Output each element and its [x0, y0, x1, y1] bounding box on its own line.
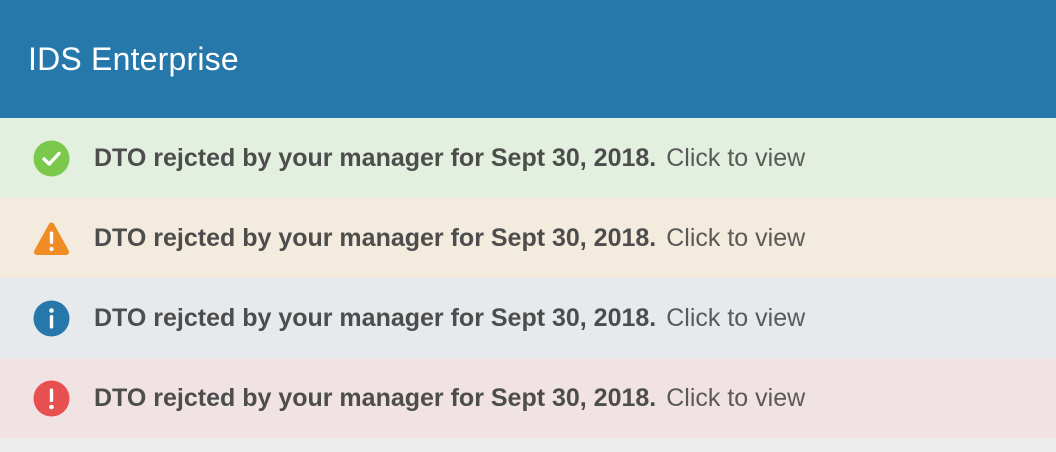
- notification-message: DTO rejcted by your manager for Sept 30,…: [94, 303, 657, 332]
- app-header: IDS Enterprise: [0, 0, 1056, 118]
- notification-error[interactable]: DTO rejcted by your manager for Sept 30,…: [0, 358, 1056, 438]
- notification-text: DTO rejcted by your manager for Sept 30,…: [94, 144, 805, 173]
- notification-warning[interactable]: DTO rejcted by your manager for Sept 30,…: [0, 198, 1056, 278]
- click-to-view-link[interactable]: Click to view: [666, 224, 805, 252]
- list-bottom-edge: [0, 438, 1056, 452]
- notification-message: DTO rejcted by your manager for Sept 30,…: [94, 223, 657, 252]
- warning-triangle-icon: [33, 220, 70, 257]
- notification-message: DTO rejcted by your manager for Sept 30,…: [94, 383, 657, 412]
- click-to-view-link[interactable]: Click to view: [666, 304, 805, 332]
- notification-text: DTO rejcted by your manager for Sept 30,…: [94, 384, 805, 413]
- error-circle-icon: [33, 380, 70, 417]
- notification-success[interactable]: DTO rejcted by your manager for Sept 30,…: [0, 118, 1056, 198]
- notification-info[interactable]: DTO rejcted by your manager for Sept 30,…: [0, 278, 1056, 358]
- checkmark-circle-icon: [33, 140, 70, 177]
- notification-text: DTO rejcted by your manager for Sept 30,…: [94, 304, 805, 333]
- notification-message: DTO rejcted by your manager for Sept 30,…: [94, 143, 657, 172]
- notification-text: DTO rejcted by your manager for Sept 30,…: [94, 224, 805, 253]
- click-to-view-link[interactable]: Click to view: [666, 384, 805, 412]
- app-title: IDS Enterprise: [28, 40, 239, 77]
- info-circle-icon: [33, 300, 70, 337]
- click-to-view-link[interactable]: Click to view: [666, 144, 805, 172]
